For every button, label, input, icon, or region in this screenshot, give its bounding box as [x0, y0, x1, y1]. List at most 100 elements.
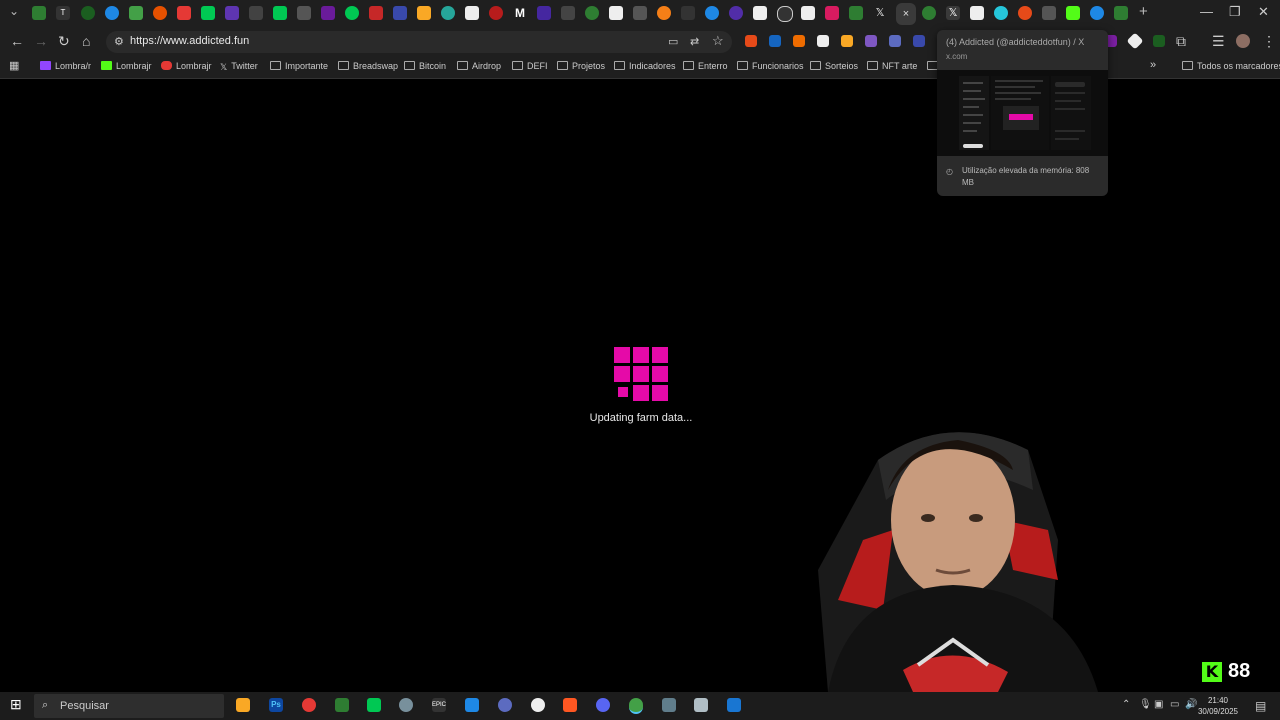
extension-icon[interactable] [889, 35, 901, 47]
hovered-tab-x-icon[interactable]: 𝕏 [946, 6, 960, 20]
tab-favicon[interactable] [1018, 6, 1032, 20]
active-tab-close-icon[interactable]: × [896, 3, 916, 25]
tab-favicon[interactable] [369, 6, 383, 20]
tab-favicon[interactable] [393, 6, 407, 20]
bookmark-item[interactable]: Lombrajr [101, 61, 152, 71]
tab-favicon[interactable] [729, 6, 743, 20]
new-tab-button[interactable]: + [1139, 3, 1148, 20]
tab-favicon[interactable] [417, 6, 431, 20]
tab-favicon[interactable] [249, 6, 263, 20]
tab-favicon-x-icon[interactable]: 𝕏 [873, 6, 887, 20]
tab-favicon[interactable] [825, 6, 839, 20]
bookmark-folder[interactable]: Projetos [557, 61, 605, 71]
tab-favicon[interactable] [922, 6, 936, 20]
bookmark-folder[interactable]: Enterro [683, 61, 728, 71]
tab-favicon[interactable] [633, 6, 647, 20]
tab-favicon[interactable] [345, 6, 359, 20]
tab-favicon[interactable] [177, 6, 191, 20]
tab-favicon[interactable] [777, 6, 793, 22]
tab-favicon[interactable] [489, 6, 503, 20]
tab-search-chevron-icon[interactable]: ⌄ [9, 4, 19, 18]
side-panel-icon[interactable]: ☰ [1212, 33, 1225, 50]
profile-avatar[interactable] [1236, 34, 1250, 48]
extension-icon[interactable] [913, 35, 925, 47]
translate-icon[interactable]: ⇄ [690, 35, 699, 48]
display-icon[interactable]: ▣ [1154, 699, 1163, 710]
bookmark-folder[interactable]: NFT arte [867, 61, 917, 71]
tab-favicon[interactable] [32, 6, 46, 20]
tab-favicon[interactable] [561, 6, 575, 20]
tab-favicon[interactable] [1114, 6, 1128, 20]
app-icon[interactable] [465, 698, 479, 712]
bookmark-folder[interactable]: Indicadores [614, 61, 676, 71]
tab-favicon[interactable] [465, 6, 479, 20]
tab-favicon[interactable] [153, 6, 167, 20]
tab-favicon[interactable] [441, 6, 455, 20]
taskbar-clock[interactable]: 21:40 30/09/2025 [1196, 695, 1240, 717]
bookmark-item[interactable]: Lombra/r [40, 61, 91, 71]
tab-favicon[interactable]: T [56, 6, 70, 20]
tab-favicon[interactable] [321, 6, 335, 20]
site-info-icon[interactable]: ⚙ [114, 35, 124, 48]
extension-icon[interactable] [745, 35, 757, 47]
extension-icon[interactable] [1153, 35, 1165, 47]
maximize-icon[interactable]: ❐ [1229, 4, 1241, 20]
bookmark-folder[interactable]: Sorteios [810, 61, 858, 71]
chrome-icon[interactable] [629, 698, 643, 714]
tab-favicon[interactable] [273, 6, 287, 20]
photoshop-icon[interactable]: Ps [269, 698, 283, 712]
notifications-icon[interactable]: ▤ [1255, 699, 1266, 713]
tab-favicon[interactable] [994, 6, 1008, 20]
steam-icon[interactable] [399, 698, 413, 712]
url-text[interactable]: https://www.addicted.fun [130, 35, 249, 47]
app-icon[interactable] [302, 698, 316, 712]
extensions-puzzle-icon[interactable]: ⧉ [1176, 33, 1186, 50]
bookmark-item[interactable]: 𝕏 Twitter [220, 61, 258, 73]
tab-favicon[interactable] [849, 6, 863, 20]
tab-favicon[interactable] [129, 6, 143, 20]
calculator-icon[interactable] [727, 698, 741, 712]
brave-icon[interactable] [563, 698, 577, 712]
bookmark-folder[interactable]: Funcionarios [737, 61, 804, 71]
all-bookmarks-folder[interactable]: Todos os marcadores [1182, 61, 1280, 71]
tab-favicon[interactable] [201, 6, 215, 20]
file-explorer-icon[interactable] [236, 698, 250, 712]
extension-icon[interactable] [769, 35, 781, 47]
tab-favicon[interactable] [225, 6, 239, 20]
tab-favicon[interactable] [609, 6, 623, 20]
extension-icon[interactable] [1126, 32, 1144, 50]
extension-icon[interactable] [841, 35, 853, 47]
windows-start-icon[interactable]: ⊞ [10, 696, 22, 713]
extension-icon[interactable] [865, 35, 877, 47]
tab-favicon[interactable] [81, 6, 95, 20]
app-icon[interactable] [694, 698, 708, 712]
tab-favicon[interactable]: M [513, 6, 527, 20]
home-icon[interactable]: ⌂ [82, 33, 90, 49]
taskbar-search-box[interactable]: ⌕ Pesquisar [34, 694, 224, 718]
tab-favicon[interactable] [585, 6, 599, 20]
bookmark-star-icon[interactable]: ☆ [712, 33, 724, 49]
tab-favicon[interactable] [105, 6, 119, 20]
network-icon[interactable]: ▭ [1170, 699, 1179, 710]
discord-icon[interactable] [596, 698, 610, 712]
app-icon[interactable] [531, 698, 545, 712]
bookmark-folder[interactable]: Importante [270, 61, 328, 71]
tab-favicon[interactable] [537, 6, 551, 20]
tab-favicon[interactable] [1042, 6, 1056, 20]
tab-favicon[interactable] [1090, 6, 1104, 20]
app-icon[interactable] [335, 698, 349, 712]
menu-kebab-icon[interactable]: ⋮ [1262, 33, 1276, 50]
microphone-icon[interactable]: 🎙 [1139, 699, 1152, 710]
address-bar[interactable]: ⚙ https://www.addicted.fun ▭ ⇄ ☆ [106, 31, 732, 53]
bookmarks-overflow-icon[interactable]: » [1150, 59, 1156, 71]
extension-icon[interactable] [793, 35, 805, 47]
back-icon[interactable]: ← [10, 33, 24, 49]
tab-favicon-kick-icon[interactable] [1066, 6, 1080, 20]
tray-overflow-icon[interactable]: ⌃ [1122, 699, 1130, 710]
extension-icon[interactable] [817, 35, 829, 47]
bookmark-folder[interactable]: Bitcoin [404, 61, 446, 71]
bookmark-item[interactable]: Lombrajr [161, 61, 212, 71]
reload-icon[interactable]: ↻ [58, 33, 70, 50]
apps-grid-icon[interactable]: ▦ [9, 59, 19, 72]
close-window-icon[interactable]: ✕ [1258, 4, 1269, 20]
